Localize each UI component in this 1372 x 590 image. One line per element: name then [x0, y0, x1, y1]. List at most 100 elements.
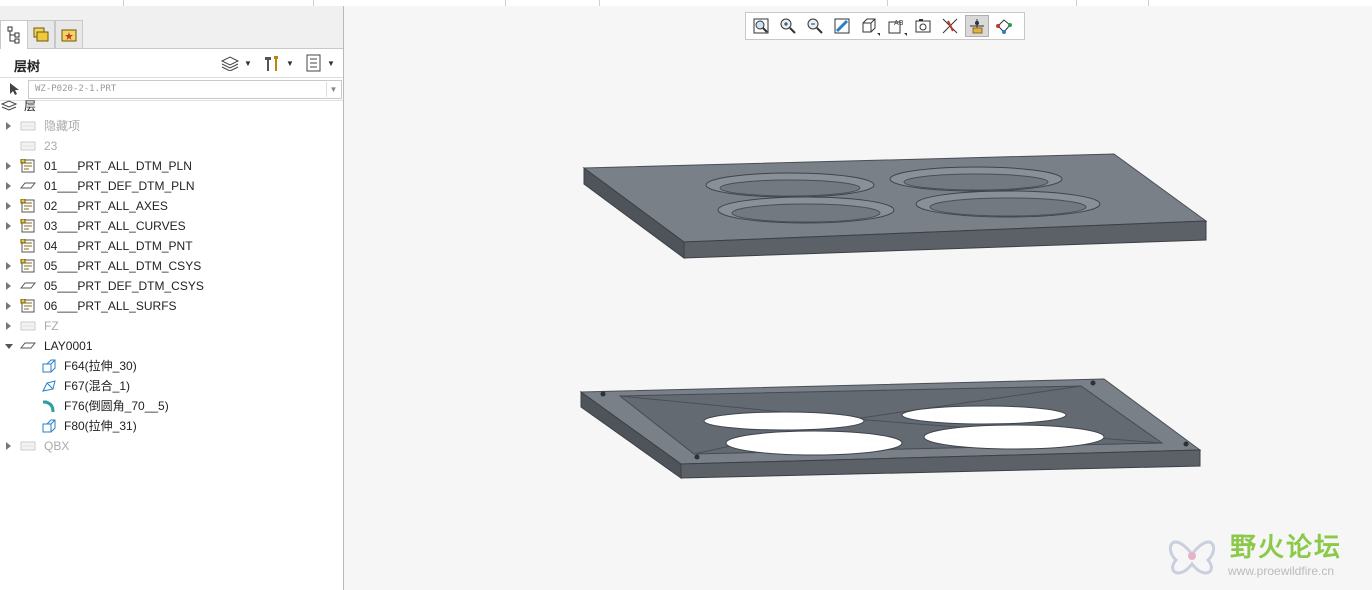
tree-feature-item[interactable]: F76(倒圆角_70__5) [0, 396, 342, 416]
tree-layer-item[interactable]: 04___PRT_ALL_DTM_PNT [0, 236, 342, 256]
expand-arrow-icon[interactable] [6, 322, 11, 330]
tree-root-label: 层 [24, 99, 37, 113]
layer-dim-icon [20, 121, 36, 131]
select-arrow-icon[interactable] [8, 82, 20, 96]
tree-item-label: LAY0001 [44, 339, 93, 353]
tree-layer-item[interactable]: 01___PRT_ALL_DTM_PLN [0, 156, 342, 176]
expand-arrow-icon[interactable] [6, 182, 11, 190]
rule-layer-icon [20, 239, 35, 253]
tree-layer-item[interactable]: 隐藏项 [0, 116, 342, 136]
tree-item-label: 05___PRT_DEF_DTM_CSYS [44, 279, 204, 293]
display-style-icon [862, 18, 876, 33]
tree-item-label: 23 [44, 139, 58, 153]
tree-item-label: F80(拉伸_31) [64, 419, 137, 433]
layer-tree: 层 隐藏项 23 01___PRT_ALL_DTM_PLN 01___PRT_DEF_… [0, 96, 342, 456]
expand-arrow-icon[interactable] [6, 262, 11, 270]
tree-item-label: 02___PRT_ALL_AXES [44, 199, 168, 213]
tools-icon [265, 56, 278, 71]
list-settings-icon [306, 54, 321, 72]
tree-feature-item[interactable]: F67(混合_1) [0, 376, 342, 396]
tree-item-label: 04___PRT_ALL_DTM_PNT [44, 239, 193, 253]
annotation-display-button[interactable] [992, 15, 1016, 37]
tree-layer-item[interactable]: 05___PRT_DEF_DTM_CSYS [0, 276, 342, 296]
layers-icon [220, 56, 240, 71]
datum-display-icon [942, 18, 958, 34]
tree-layer-item[interactable]: 01___PRT_DEF_DTM_PLN [0, 176, 342, 196]
rule-layer-icon [20, 259, 35, 273]
collapse-arrow-icon[interactable] [5, 344, 13, 349]
layer-icon [20, 342, 36, 349]
zoom-out-button[interactable] [803, 15, 827, 37]
rule-layer-icon [20, 159, 35, 173]
lower-plate [579, 378, 1202, 479]
chevron-down-icon: ▼ [244, 58, 252, 68]
tab-folder-browser[interactable] [27, 20, 55, 48]
tree-item-label: QBX [44, 439, 70, 453]
layer-icon [20, 182, 36, 189]
view-manager-button[interactable] [911, 15, 935, 37]
layer-tree-header: 层树 ▼ ▼ ▼ [0, 49, 343, 78]
expand-arrow-icon[interactable] [6, 202, 11, 210]
expand-arrow-icon[interactable] [6, 162, 11, 170]
spin-center-button[interactable] [965, 15, 989, 37]
layer-settings-button[interactable]: ▼ [305, 54, 335, 72]
upper-plate [582, 153, 1208, 259]
extrude-feature-icon [42, 419, 56, 433]
tree-layer-item[interactable]: 05___PRT_ALL_DTM_CSYS [0, 256, 342, 276]
layer-dim-icon [20, 441, 36, 451]
tree-layer-item[interactable]: 03___PRT_ALL_CURVES [0, 216, 342, 236]
active-model-value: WZ-P020-2-1.PRT [35, 84, 117, 94]
chevron-down-icon: ▼ [326, 82, 340, 97]
tree-layer-item[interactable]: 02___PRT_ALL_AXES [0, 196, 342, 216]
tree-item-label: 03___PRT_ALL_CURVES [44, 219, 186, 233]
folder-browser-icon [33, 27, 49, 41]
butterfly-logo-icon [1168, 540, 1216, 575]
rule-layer-icon [20, 219, 35, 233]
zoom-in-icon [780, 18, 796, 34]
graphics-area[interactable] [344, 6, 1372, 590]
favorites-icon [61, 29, 77, 41]
tree-layer-item[interactable]: QBX [0, 436, 342, 456]
chevron-down-icon: ▼ [327, 58, 335, 68]
datum-display-button[interactable] [938, 15, 962, 37]
tab-favorites[interactable] [55, 20, 83, 48]
layer-dim-icon [20, 141, 36, 151]
forum-watermark: 野火论坛 www.proewildfire.cn [1160, 522, 1372, 582]
expand-arrow-icon[interactable] [6, 442, 11, 450]
repaint-button[interactable] [830, 15, 854, 37]
tree-item-label: 06___PRT_ALL_SURFS [44, 299, 177, 313]
saved-views-button[interactable]: AB [884, 15, 908, 37]
model-render [579, 153, 1208, 479]
rule-layer-icon [20, 199, 35, 213]
expand-arrow-icon[interactable] [6, 222, 11, 230]
tree-item-label: 隐藏项 [44, 119, 81, 133]
tree-layer-item[interactable]: LAY0001 [0, 336, 342, 356]
expand-arrow-icon[interactable] [6, 282, 11, 290]
layers-icon [1, 100, 17, 111]
tab-model-tree[interactable] [0, 20, 28, 49]
layer-dim-icon [20, 321, 36, 331]
annotation-display-icon [996, 19, 1012, 34]
rule-layer-icon [20, 299, 35, 313]
tree-feature-item[interactable]: F80(拉伸_31) [0, 416, 342, 436]
expand-arrow-icon[interactable] [6, 122, 11, 130]
tree-root[interactable]: 层 [0, 96, 342, 116]
tree-layer-item[interactable]: 23 [0, 136, 342, 156]
zoom-in-button[interactable] [776, 15, 800, 37]
expand-arrow-icon[interactable] [6, 302, 11, 310]
tree-layer-item[interactable]: 06___PRT_ALL_SURFS [0, 296, 342, 316]
svg-text:AB: AB [894, 19, 904, 27]
refit-button[interactable] [749, 15, 773, 37]
dropdown-corner-icon [877, 33, 880, 36]
refit-icon [753, 18, 769, 34]
layer-tools-button[interactable]: ▼ [262, 54, 294, 72]
layer-icon [20, 282, 36, 289]
tree-layer-item[interactable]: FZ [0, 316, 342, 336]
tree-item-label: 01___PRT_DEF_DTM_PLN [44, 179, 195, 193]
tree-feature-item[interactable]: F64(拉伸_30) [0, 356, 342, 376]
display-style-button[interactable] [857, 15, 881, 37]
layer-display-button[interactable]: ▼ [220, 54, 252, 72]
tree-item-label: F76(倒圆角_70__5) [64, 399, 169, 413]
tree-item-label: F64(拉伸_30) [64, 359, 137, 373]
extrude-feature-icon [42, 359, 56, 373]
